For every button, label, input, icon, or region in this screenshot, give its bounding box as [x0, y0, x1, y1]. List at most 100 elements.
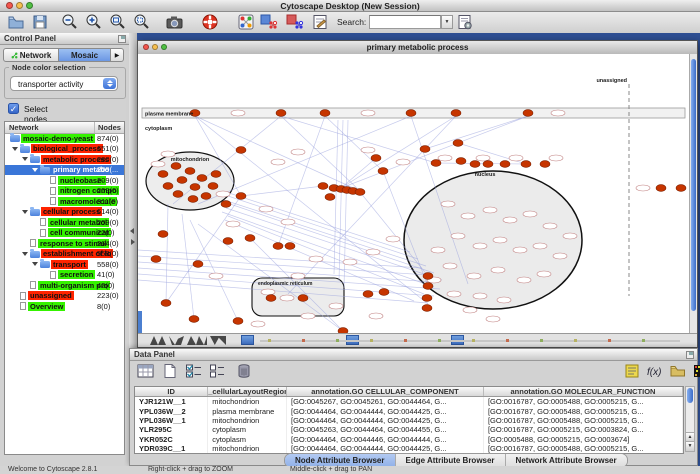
table-vertical-scrollbar[interactable]: ▲ ▼: [685, 386, 695, 452]
tree-row[interactable]: cellular process614(0): [5, 207, 124, 218]
zoom-out-button[interactable]: [60, 13, 80, 32]
layout-red-button[interactable]: [284, 13, 304, 32]
tree-header-nodes[interactable]: Nodes: [98, 123, 121, 132]
node-color-dropdown[interactable]: transporter activity: [10, 76, 118, 91]
expander-icon[interactable]: [22, 252, 28, 256]
tree-header-divider[interactable]: [94, 122, 95, 133]
float-panel-icon[interactable]: [118, 35, 126, 43]
tree-row[interactable]: cellular metabol209(0): [5, 217, 124, 228]
table-cell[interactable]: YLR295C: [135, 425, 208, 434]
table-cell[interactable]: YKR052C: [135, 435, 208, 444]
expander-icon[interactable]: [32, 168, 38, 172]
tree-row[interactable]: biological_process651(0): [5, 144, 124, 155]
tree-row[interactable]: response to stimul264(0): [5, 238, 124, 249]
more-tabs-button[interactable]: ▶: [111, 48, 124, 62]
table-cell[interactable]: mitochondrion: [208, 444, 287, 453]
table-cell[interactable]: [GO:0044464, GO:0044444, GO:0044425, G..…: [287, 444, 484, 453]
table-cell[interactable]: YDR039C__1: [135, 444, 208, 453]
table-cell[interactable]: [GO:0045263, GO:0044464, GO:0044455, G..…: [287, 425, 484, 434]
tree-row[interactable]: nitrogen compo209(0): [5, 186, 124, 197]
tree-row[interactable]: mosaic-demo-yeast874(0): [5, 133, 124, 144]
function-builder-button[interactable]: f(x): [644, 363, 664, 381]
horizontal-scrollbar-thumb[interactable]: [241, 335, 254, 345]
table-cell[interactable]: [GO:0016787, GO:0005488, GO:0005215, G..…: [483, 444, 682, 453]
scrollbar-thumb[interactable]: [687, 388, 693, 403]
column-header[interactable]: annotation.GO CELLULAR_COMPONENT: [287, 387, 484, 397]
network-view-titlebar[interactable]: primary metabolic process: [138, 41, 697, 55]
layout-blue-button[interactable]: [258, 13, 278, 32]
table-row[interactable]: YDR039C__1mitochondrion[GO:0044464, GO:0…: [135, 444, 683, 453]
table-cell[interactable]: [GO:0016787, GO:0005215, GO:0003824, G..…: [483, 425, 682, 434]
snapshot-button[interactable]: [164, 13, 184, 32]
column-header[interactable]: ID: [135, 387, 208, 397]
save-button[interactable]: [30, 13, 50, 32]
open-button[interactable]: [6, 13, 26, 32]
select-nodes-checkbox[interactable]: ✓: [8, 103, 19, 114]
tree-row[interactable]: Overview8(0): [5, 301, 124, 312]
network-overview-button[interactable]: [236, 13, 256, 32]
column-header[interactable]: annotation.GO MOLECULAR_FUNCTION: [483, 387, 682, 397]
tree-row[interactable]: primary metabo209(...: [5, 165, 124, 176]
table-cell[interactable]: plasma membrane: [208, 406, 287, 415]
table-cell[interactable]: [GO:0045267, GO:0045261, GO:0044464, G..…: [287, 397, 484, 407]
table-cell[interactable]: [GO:0016787, GO:0005488, GO:0005215, G..…: [483, 397, 682, 407]
delete-attribute-button[interactable]: [234, 363, 254, 381]
search-input[interactable]: [369, 15, 441, 29]
table-cell[interactable]: cytoplasm: [208, 435, 287, 444]
table-cell[interactable]: cytoplasm: [208, 425, 287, 434]
tree-row[interactable]: metabolic process280(0): [5, 154, 124, 165]
network-canvas[interactable]: plasma membranecytoplasmmitochondrionnuc…: [138, 54, 689, 335]
select-attributes-button[interactable]: [184, 363, 204, 381]
table-cell[interactable]: YPL036W__2: [135, 406, 208, 415]
scroll-down-icon[interactable]: ▼: [686, 441, 694, 451]
expander-icon[interactable]: [22, 210, 28, 214]
import-attributes-button[interactable]: [668, 363, 688, 381]
zoom-selected-button[interactable]: [132, 13, 152, 32]
table-cell[interactable]: YJR121W__1: [135, 397, 208, 407]
table-cell[interactable]: [GO:0044464, GO:0044444, GO:0044425, G..…: [287, 406, 484, 415]
help-button[interactable]: [200, 13, 220, 32]
tab-network[interactable]: Network: [3, 48, 59, 62]
table-row[interactable]: YPL036W__1mitochondrion[GO:0044464, GO:0…: [135, 416, 683, 425]
tree-row[interactable]: cell communicat22(0): [5, 228, 124, 239]
tree-row[interactable]: secretion41(0): [5, 270, 124, 281]
zoom-in-button[interactable]: [84, 13, 104, 32]
table-cell[interactable]: mitochondrion: [208, 397, 287, 407]
vizmapper-button[interactable]: [310, 13, 330, 32]
tree-row[interactable]: unassigned223(0): [5, 291, 124, 302]
table-cell[interactable]: YPL036W__1: [135, 416, 208, 425]
column-header[interactable]: _cellularLayoutRegion: [208, 387, 287, 397]
new-attribute-button[interactable]: [160, 363, 180, 381]
table-row[interactable]: YKR052Ccytoplasm[GO:0044464, GO:0044446,…: [135, 435, 683, 444]
table-cell[interactable]: [GO:0005488, GO:0005215, GO:0003674]: [483, 435, 682, 444]
configure-search-button[interactable]: [455, 13, 475, 32]
table-cell[interactable]: [GO:0044464, GO:0044446, GO:0044444, G..…: [287, 435, 484, 444]
expander-icon[interactable]: [12, 147, 18, 151]
matrix-button[interactable]: [690, 363, 700, 381]
table-cell[interactable]: mitochondrion: [208, 416, 287, 425]
tree-row[interactable]: macromolecule311(0): [5, 196, 124, 207]
tree-row[interactable]: multi-organism pro42(0): [5, 280, 124, 291]
annotation-button[interactable]: [622, 363, 642, 381]
float-panel-icon[interactable]: [686, 351, 694, 359]
tree-row[interactable]: transport558(0): [5, 259, 124, 270]
table-row[interactable]: YPL036W__2plasma membrane[GO:0044464, GO…: [135, 406, 683, 415]
expander-icon[interactable]: [22, 157, 28, 161]
table-cell[interactable]: [GO:0016787, GO:0005488, GO:0005215, G..…: [483, 416, 682, 425]
table-row[interactable]: YJR121W__1mitochondrion[GO:0045267, GO:0…: [135, 397, 683, 407]
table-cell[interactable]: [GO:0044464, GO:0044444, GO:0044425, G..…: [287, 416, 484, 425]
zoom-fit-button[interactable]: [108, 13, 128, 32]
canvas-vertical-scrollbar[interactable]: [689, 54, 697, 335]
attribute-table-button[interactable]: [136, 363, 156, 381]
tab-mosaic[interactable]: Mosaic: [59, 48, 111, 62]
tree-row[interactable]: establishment of lo558(0): [5, 249, 124, 260]
table-cell[interactable]: [GO:0016787, GO:0005488, GO:0005215, G..…: [483, 406, 682, 415]
search-dropdown-button[interactable]: ▼: [441, 15, 453, 29]
unselect-attributes-button[interactable]: [208, 363, 228, 381]
expander-icon[interactable]: [32, 262, 38, 266]
tree-row[interactable]: nucleobase-209(0): [5, 175, 124, 186]
folder-icon: [30, 209, 40, 216]
tree-header-network[interactable]: Network: [9, 123, 39, 132]
table-row[interactable]: YLR295Ccytoplasm[GO:0045263, GO:0044464,…: [135, 425, 683, 434]
scrollbar-thumb[interactable]: [691, 59, 696, 311]
